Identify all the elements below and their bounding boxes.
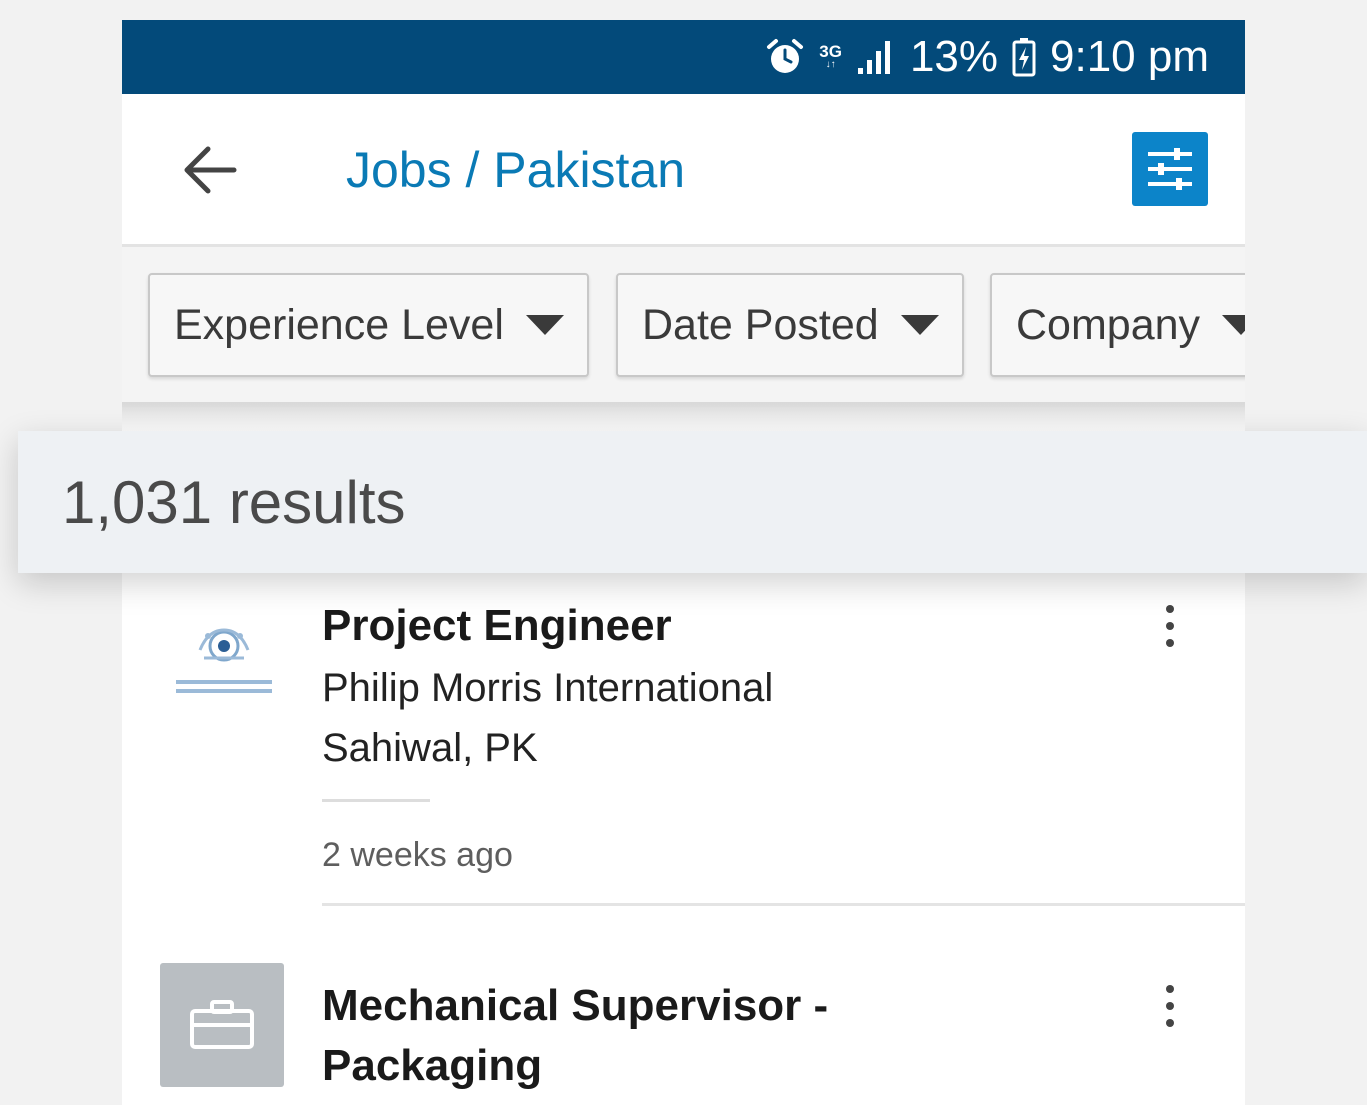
more-vert-icon bbox=[1166, 605, 1174, 647]
job-title-line-2: Packaging bbox=[322, 1041, 543, 1090]
caret-down-icon bbox=[1222, 315, 1245, 335]
job-location: Sahiwal, PK bbox=[322, 726, 538, 770]
caret-down-icon bbox=[900, 315, 939, 335]
alarm-icon bbox=[765, 37, 805, 77]
chip-label: Experience Level bbox=[174, 300, 504, 349]
filter-button[interactable] bbox=[1132, 132, 1208, 206]
app-bar: Jobs / Pakistan bbox=[122, 94, 1245, 247]
job-list-item[interactable]: Mechanical Supervisor - Packaging PepsiC… bbox=[122, 960, 1245, 1105]
company-logo-placeholder bbox=[160, 963, 284, 1087]
screenshot-stage: 3G ↓↑ 13% 9:10 pm Jobs / Pakistan Experi… bbox=[0, 0, 1367, 1105]
filter-chips-row: Experience Level Date Posted Company bbox=[122, 247, 1245, 407]
philip-morris-logo bbox=[162, 600, 286, 724]
list-divider bbox=[322, 903, 1245, 906]
more-options-button[interactable] bbox=[1152, 596, 1188, 656]
network-3g-icon: 3G ↓↑ bbox=[819, 42, 842, 70]
arrow-left-icon bbox=[184, 146, 237, 194]
more-options-button[interactable] bbox=[1152, 976, 1188, 1036]
battery-percent: 13% bbox=[909, 32, 999, 81]
job-company: Philip Morris International bbox=[322, 666, 774, 710]
chip-label: Company bbox=[1016, 300, 1201, 349]
chip-label: Date Posted bbox=[642, 300, 879, 349]
job-posted-time: 2 weeks ago bbox=[322, 836, 513, 874]
chips-shadow bbox=[122, 402, 1245, 432]
page-title: Jobs / Pakistan bbox=[346, 142, 686, 198]
more-vert-icon bbox=[1166, 985, 1174, 1027]
back-button[interactable] bbox=[180, 140, 240, 200]
results-count: 1,031 results bbox=[62, 468, 406, 536]
job-title: Project Engineer bbox=[322, 601, 672, 650]
divider bbox=[322, 799, 430, 802]
filter-company[interactable]: Company bbox=[990, 273, 1245, 377]
briefcase-icon bbox=[190, 1000, 254, 1049]
clock-time: 9:10 pm bbox=[1050, 32, 1209, 81]
filter-experience-level[interactable]: Experience Level bbox=[148, 273, 589, 377]
job-title: Mechanical Supervisor - bbox=[322, 981, 829, 1030]
sliders-icon bbox=[1148, 148, 1192, 190]
job-list-item[interactable]: Project Engineer Philip Morris Internati… bbox=[122, 580, 1245, 900]
job-company: PepsiCo bbox=[322, 1096, 473, 1105]
results-count-banner: 1,031 results bbox=[18, 431, 1367, 573]
filter-date-posted[interactable]: Date Posted bbox=[616, 273, 964, 377]
battery-charging-icon bbox=[1012, 37, 1036, 77]
caret-down-icon bbox=[525, 315, 564, 335]
signal-icon bbox=[856, 38, 896, 76]
status-bar: 3G ↓↑ 13% 9:10 pm bbox=[122, 20, 1245, 94]
